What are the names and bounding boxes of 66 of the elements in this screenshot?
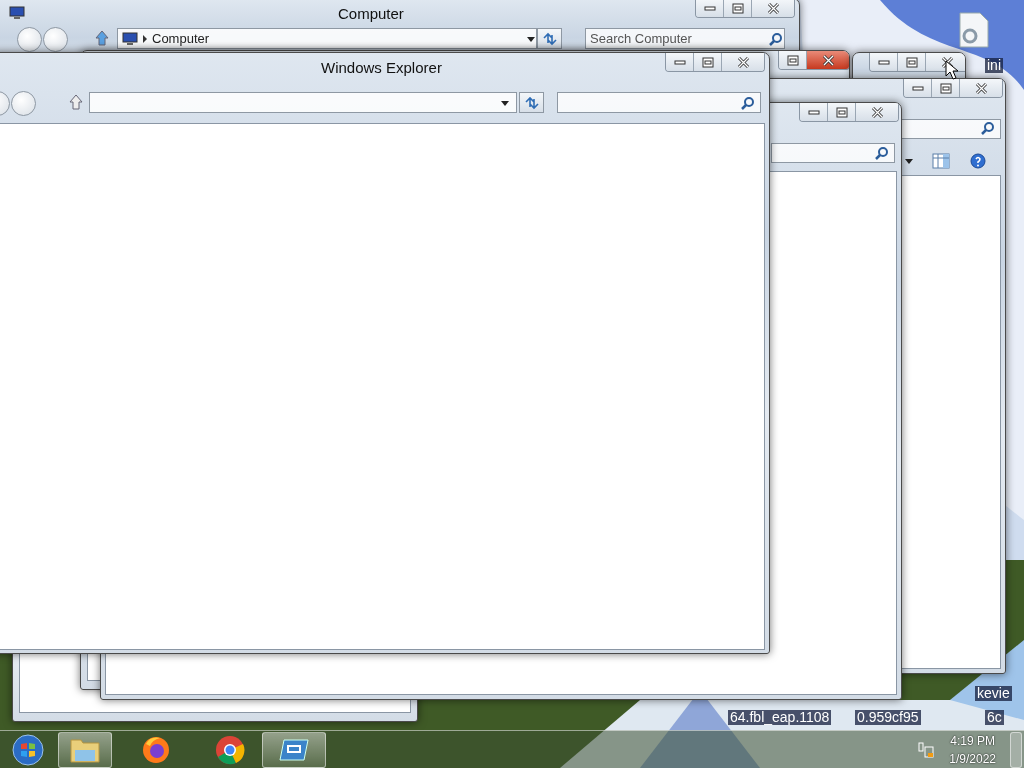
refresh-icon	[523, 95, 540, 110]
minimize-button[interactable]	[800, 103, 828, 121]
minimize-button[interactable]	[696, 0, 724, 17]
file-label[interactable]: 64.fbl_eap.1108	[728, 710, 832, 726]
forward-button[interactable]	[43, 27, 68, 52]
window-title: Computer	[338, 4, 404, 24]
back-button[interactable]	[17, 27, 42, 52]
show-desktop-button[interactable]	[1010, 731, 1022, 768]
close-button[interactable]	[960, 79, 1002, 97]
refresh-button[interactable]	[537, 28, 562, 49]
maximize-button[interactable]	[898, 53, 926, 71]
maximize-button[interactable]	[779, 51, 807, 69]
cursor-icon	[945, 60, 959, 80]
search-field[interactable]	[901, 119, 1001, 139]
address-bar[interactable]: Computer	[117, 28, 537, 49]
maximize-button[interactable]	[828, 103, 856, 121]
up-arrow-icon[interactable]	[95, 30, 109, 46]
minimize-button[interactable]	[904, 79, 932, 97]
clock-date: 1/9/2022	[949, 750, 996, 768]
search-icon[interactable]	[981, 122, 994, 135]
minimize-button[interactable]	[666, 53, 694, 71]
dropdown-arrow-icon[interactable]	[527, 37, 535, 42]
dropdown-arrow-icon[interactable]	[905, 159, 913, 164]
search-icon[interactable]	[875, 147, 888, 160]
computer-icon	[9, 6, 25, 20]
maximize-button[interactable]	[724, 0, 752, 17]
dropdown-arrow-icon[interactable]	[501, 101, 509, 106]
search-icon[interactable]	[741, 97, 754, 110]
search-field[interactable]: Search Computer	[585, 28, 785, 49]
circle-logo-icon	[214, 733, 246, 766]
maximize-button[interactable]	[932, 79, 960, 97]
chevron-icon	[142, 34, 148, 43]
close-button[interactable]	[807, 51, 849, 69]
help-icon[interactable]	[970, 153, 986, 169]
minimize-button[interactable]	[870, 53, 898, 71]
file-label[interactable]: ini	[985, 58, 1003, 74]
maximize-icon	[729, 1, 746, 15]
maximize-icon	[699, 55, 716, 69]
preview-pane-icon[interactable]	[932, 153, 950, 169]
window-button[interactable]	[262, 731, 326, 768]
close-button[interactable]	[856, 103, 898, 121]
search-field[interactable]	[557, 92, 761, 113]
maximize-icon	[784, 53, 801, 67]
search-icon[interactable]	[769, 33, 782, 46]
maximize-button[interactable]	[694, 53, 722, 71]
file-label[interactable]: 0.959cf95	[855, 710, 921, 726]
refresh-icon	[541, 31, 558, 46]
clock-time: 4:19 PM	[949, 732, 996, 750]
address-text: Computer	[152, 29, 210, 48]
windows-logo-icon	[12, 733, 44, 766]
settings-file-icon[interactable]	[958, 12, 990, 48]
computer-icon	[122, 31, 138, 46]
window-title: Windows Explorer	[321, 58, 442, 78]
maximize-icon	[833, 105, 850, 119]
search-field[interactable]	[771, 143, 895, 163]
close-button[interactable]	[752, 0, 794, 17]
file-label[interactable]: kevie	[975, 686, 1012, 702]
maximize-icon	[937, 81, 954, 95]
file-label[interactable]: 6c	[985, 710, 1004, 726]
forward-button[interactable]	[11, 91, 36, 116]
up-arrow-icon[interactable]	[69, 94, 83, 110]
close-button[interactable]	[926, 53, 965, 71]
refresh-button[interactable]	[519, 92, 544, 113]
maximize-icon	[903, 55, 920, 69]
close-button[interactable]	[722, 53, 764, 71]
folder-button[interactable]	[58, 731, 112, 768]
